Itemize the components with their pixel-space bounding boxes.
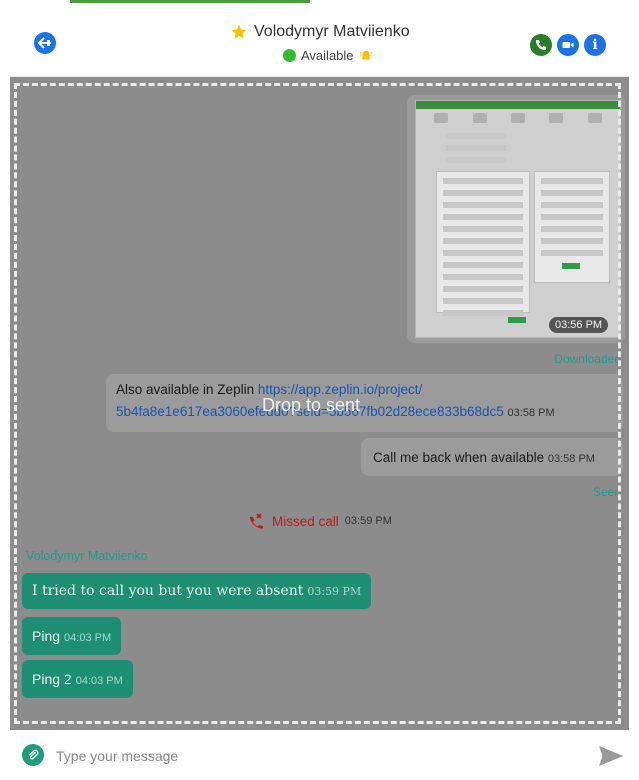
- attach-button[interactable]: [22, 744, 44, 766]
- message-time: 03:56 PM: [549, 317, 609, 333]
- missed-call-icon: [250, 513, 263, 529]
- message-list[interactable]: 03:56 PM Downloaded Also available in Ze…: [10, 77, 629, 730]
- outgoing-message[interactable]: Call me back when available 03:58 PM: [361, 438, 623, 476]
- video-camera-icon: [562, 42, 574, 48]
- incoming-message[interactable]: I tried to call you but you were absent 0…: [22, 573, 372, 609]
- missed-call-label: Missed call: [272, 513, 339, 529]
- message-text: Call me back when available: [373, 450, 545, 465]
- chat-header: Volodymyr Matviienko Available i: [10, 6, 629, 77]
- message-time: 03:59 PM: [307, 585, 362, 598]
- image-attachment-thumbnail[interactable]: [415, 100, 621, 338]
- image-message[interactable]: 03:56 PM: [407, 95, 625, 343]
- paperclip-icon: [29, 749, 39, 760]
- message-text: I tried to call you but you were absent: [32, 583, 304, 599]
- incoming-message[interactable]: Ping 04:03 PM: [22, 617, 122, 655]
- message-composer: [10, 731, 629, 780]
- missed-call-notice: Missed call 03:59 PM: [248, 513, 392, 529]
- back-button[interactable]: [34, 32, 56, 54]
- message-time: 04:03 PM: [64, 632, 112, 644]
- send-icon[interactable]: [598, 745, 624, 767]
- message-time: 03:58 PM: [507, 407, 555, 419]
- arrow-left-icon: [38, 37, 51, 49]
- message-time: 04:03 PM: [75, 675, 123, 687]
- download-status: Downloaded: [554, 352, 621, 366]
- seen-receipt: Seen: [592, 485, 621, 499]
- incoming-message[interactable]: Ping 2 04:03 PM: [22, 660, 133, 698]
- header-accent-line: [70, 0, 310, 3]
- presence-status[interactable]: Available: [283, 48, 373, 63]
- favorite-star-icon[interactable]: [230, 23, 248, 41]
- drop-zone-label: Drop to sent: [262, 395, 361, 415]
- status-label: Available: [301, 48, 354, 63]
- phone-icon: [536, 40, 546, 50]
- sender-name: Volodymyr Matviienko: [26, 549, 148, 563]
- message-input[interactable]: [54, 741, 578, 771]
- alert-bell-icon: [359, 50, 372, 59]
- info-icon: i: [592, 37, 598, 53]
- contact-name: Volodymyr Matviienko: [254, 23, 410, 40]
- message-text: Ping 2: [32, 671, 72, 687]
- video-call-button[interactable]: [557, 34, 579, 56]
- missed-call-time: 03:59 PM: [344, 515, 392, 527]
- message-time: 03:58 PM: [547, 453, 595, 465]
- contact-title: Volodymyr Matviienko: [230, 23, 410, 41]
- available-status-icon: [283, 49, 296, 62]
- message-text: Also available in Zeplin: [116, 382, 255, 397]
- outgoing-message[interactable]: Also available in Zeplin https://app.zep…: [106, 374, 623, 432]
- info-button[interactable]: i: [584, 34, 606, 56]
- call-button[interactable]: [530, 34, 552, 56]
- message-text: Ping: [32, 628, 61, 644]
